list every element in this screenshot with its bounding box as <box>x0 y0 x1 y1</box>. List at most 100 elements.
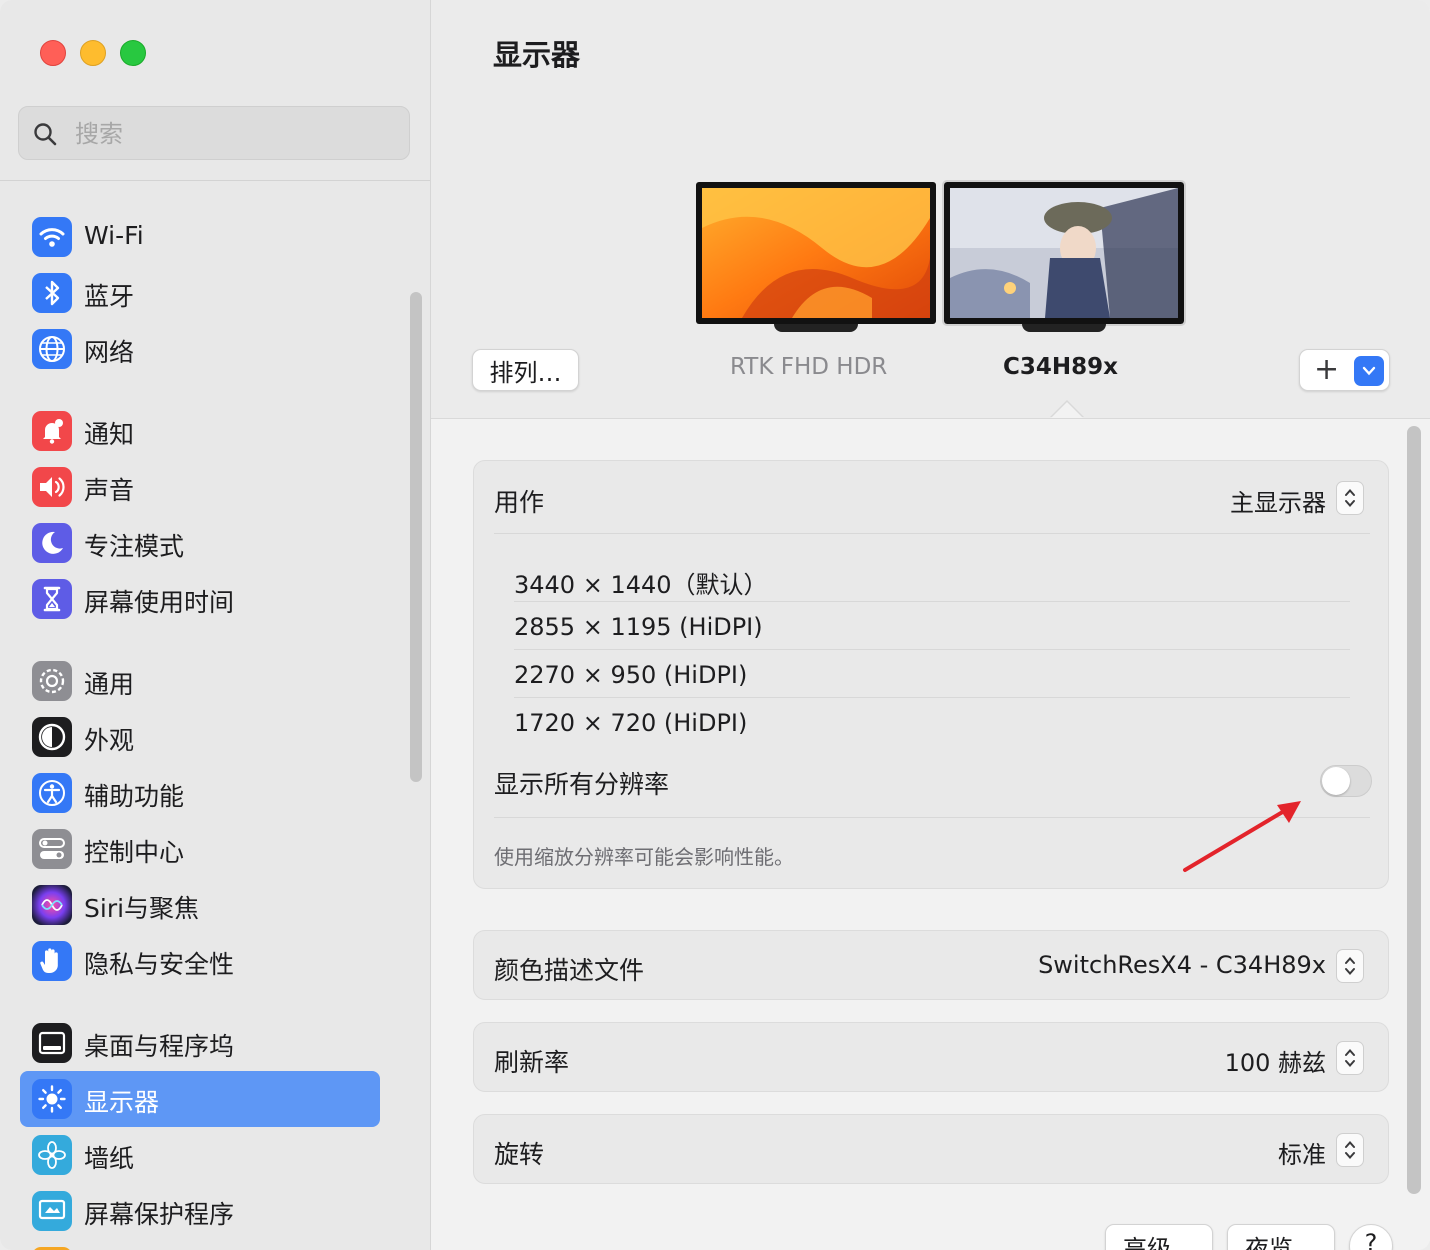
add-display-button[interactable]: + <box>1299 349 1390 391</box>
refresh-rate-label: 刷新率 <box>494 1048 570 1077</box>
minimize-window-button[interactable] <box>80 40 106 66</box>
search-icon <box>34 123 57 146</box>
sidebar-item-control-center[interactable]: 控制中心 <box>20 821 380 877</box>
sidebar-item-label: 专注模式 <box>84 532 185 561</box>
resolution-option[interactable]: 2270 × 950 (HiDPI) <box>514 661 747 689</box>
sidebar-item-label: Siri与聚焦 <box>84 894 200 923</box>
sidebar-item-label: Wi-Fi <box>84 221 144 250</box>
sidebar-item-label: 控制中心 <box>84 838 185 867</box>
plus-icon: + <box>1314 352 1340 387</box>
accessibility-icon <box>32 773 72 813</box>
gear-icon <box>32 661 72 701</box>
up-down-chevron-icon[interactable] <box>1336 1041 1364 1075</box>
annotation-arrow-icon <box>1183 801 1301 872</box>
divider <box>514 697 1350 698</box>
sidebar-item-sound[interactable]: 声音 <box>20 459 380 515</box>
display-thumbnail-rtk[interactable] <box>696 182 936 332</box>
sidebar-item-notifications[interactable]: 通知 <box>20 403 380 459</box>
color-profile-value[interactable]: SwitchResX4 - C34H89x <box>1038 951 1326 979</box>
zoom-window-button[interactable] <box>120 40 146 66</box>
selection-caret <box>1051 402 1083 418</box>
sidebar-item-label: 桌面与程序坞 <box>84 1032 235 1061</box>
main-scrollbar[interactable] <box>1407 426 1421 1194</box>
divider <box>514 601 1350 602</box>
main-pane: 显示器 排列… RTK FHD HDR C34H89x + 用作 主显示器 34… <box>431 0 1430 1250</box>
wallpaper-image <box>950 188 1178 318</box>
sidebar-item-label: 屏幕使用时间 <box>84 588 235 617</box>
page-title: 显示器 <box>493 38 581 72</box>
color-profile-label: 颜色描述文件 <box>494 956 645 985</box>
siri-icon <box>32 885 72 925</box>
control-center-icon <box>32 829 72 869</box>
sidebar-item-label: 隐私与安全性 <box>84 950 235 979</box>
resolution-option[interactable]: 3440 × 1440（默认） <box>514 565 768 600</box>
sidebar-item-accessibility[interactable]: 辅助功能 <box>20 765 380 821</box>
bell-icon <box>32 411 72 451</box>
divider <box>514 649 1350 650</box>
moon-icon <box>32 523 72 563</box>
sun-icon <box>32 1079 72 1119</box>
dock-icon <box>32 1023 72 1063</box>
help-button[interactable]: ? <box>1349 1224 1393 1250</box>
close-window-button[interactable] <box>40 40 66 66</box>
up-down-chevron-icon[interactable] <box>1336 1133 1364 1167</box>
sidebar-item-label: 网络 <box>84 338 135 367</box>
show-all-resolutions-label: 显示所有分辨率 <box>494 770 670 799</box>
display-label-rtk[interactable]: RTK FHD HDR <box>730 354 887 380</box>
use-as-value[interactable]: 主显示器 <box>1230 483 1326 518</box>
color-profile-row[interactable]: 颜色描述文件 SwitchResX4 - C34H89x <box>473 930 1389 1000</box>
sidebar-item-general[interactable]: 通用 <box>20 653 380 709</box>
sidebar-item-privacy[interactable]: 隐私与安全性 <box>20 933 380 989</box>
resolution-option[interactable]: 1720 × 720 (HiDPI) <box>514 709 747 737</box>
show-all-resolutions-toggle[interactable] <box>1320 765 1372 797</box>
sidebar-scrollbar[interactable] <box>410 292 422 782</box>
sidebar-item-screen-saver[interactable]: 屏幕保护程序 <box>20 1183 380 1239</box>
hand-icon <box>32 941 72 981</box>
advanced-button[interactable]: 高级… <box>1105 1224 1213 1250</box>
sidebar-item-label: 声音 <box>84 476 135 505</box>
sidebar-item-bluetooth[interactable]: 蓝牙 <box>20 265 380 321</box>
toggle-knob <box>1322 767 1350 795</box>
sidebar-item-siri[interactable]: Siri与聚焦 <box>20 877 380 933</box>
sidebar-item-appearance[interactable]: 外观 <box>20 709 380 765</box>
night-shift-button[interactable]: 夜览… <box>1227 1224 1335 1250</box>
chevron-down-icon[interactable] <box>1354 356 1384 386</box>
appearance-icon <box>32 717 72 757</box>
sidebar-item-wifi[interactable]: Wi-Fi <box>20 209 380 265</box>
sidebar-item-desktop-dock[interactable]: 桌面与程序坞 <box>20 1015 380 1071</box>
sidebar-item-wallpaper[interactable]: 墙纸 <box>20 1127 380 1183</box>
sidebar-item-label: 辅助功能 <box>84 782 185 811</box>
divider <box>494 533 1370 534</box>
search-field[interactable] <box>18 106 410 160</box>
resolution-option[interactable]: 2855 × 1195 (HiDPI) <box>514 613 763 641</box>
display-label-c34h89x[interactable]: C34H89x <box>1003 354 1118 380</box>
arrange-button[interactable]: 排列… <box>472 349 579 391</box>
sidebar-item-displays[interactable]: 显示器 <box>20 1071 380 1127</box>
up-down-chevron-icon[interactable] <box>1336 949 1364 983</box>
sidebar-item-label: 外观 <box>84 726 135 755</box>
flower-icon <box>32 1135 72 1175</box>
globe-icon <box>32 329 72 369</box>
use-as-label: 用作 <box>494 488 545 517</box>
sidebar-item-network[interactable]: 网络 <box>20 321 380 377</box>
sidebar-item-label: 通用 <box>84 670 135 699</box>
search-input[interactable] <box>73 117 397 151</box>
refresh-rate-row[interactable]: 刷新率 100 赫兹 <box>473 1022 1389 1092</box>
performance-note: 使用缩放分辨率可能会影响性能。 <box>494 845 794 869</box>
sidebar-divider <box>0 180 430 181</box>
sidebar-item-focus[interactable]: 专注模式 <box>20 515 380 571</box>
refresh-rate-value[interactable]: 100 赫兹 <box>1225 1043 1326 1078</box>
rotation-value[interactable]: 标准 <box>1278 1135 1326 1170</box>
up-down-chevron-icon[interactable] <box>1336 481 1364 515</box>
hourglass-icon <box>32 579 72 619</box>
sidebar-item-screen-time[interactable]: 屏幕使用时间 <box>20 571 380 627</box>
sidebar-item-label: 屏幕保护程序 <box>84 1200 235 1229</box>
sidebar-item-partial[interactable] <box>20 1239 380 1250</box>
sidebar-item-label: 通知 <box>84 420 135 449</box>
display-thumbnail-c34h89x[interactable] <box>942 180 1186 332</box>
sidebar-item-label: 墙纸 <box>84 1144 135 1173</box>
system-settings-window: Wi-Fi 蓝牙 网络 通知 <box>0 0 1430 1250</box>
sidebar-item-label: 显示器 <box>84 1088 160 1117</box>
rotation-row[interactable]: 旋转 标准 <box>473 1114 1389 1184</box>
speaker-icon <box>32 467 72 507</box>
